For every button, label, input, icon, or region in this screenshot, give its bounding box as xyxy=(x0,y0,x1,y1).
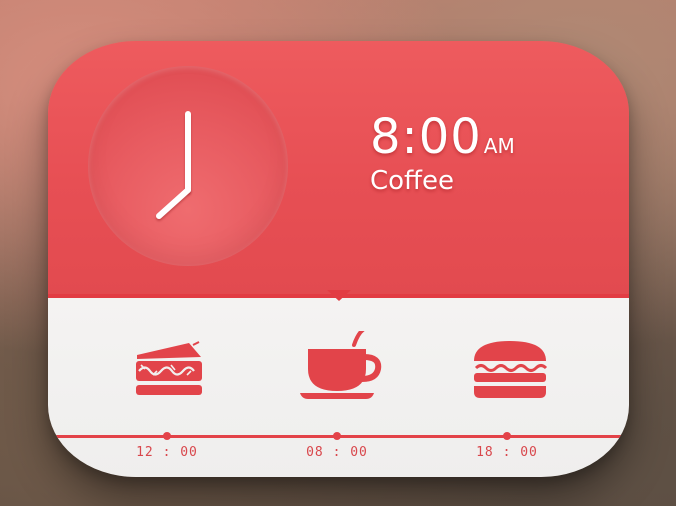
meal-item-breakfast[interactable] xyxy=(298,331,388,401)
sandwich-icon xyxy=(136,341,202,395)
coffee-cup-icon xyxy=(300,331,382,399)
active-pointer-icon xyxy=(327,290,351,301)
current-event-panel: 8:00 AM Coffee xyxy=(48,41,629,299)
time-label-dinner: 18 : 00 xyxy=(476,445,538,460)
analog-clock xyxy=(88,66,288,266)
meal-item-lunch[interactable] xyxy=(131,337,221,407)
event-info: 8:00 AM Coffee xyxy=(370,109,515,197)
event-ampm: AM xyxy=(483,134,515,158)
burger-icon xyxy=(474,341,548,398)
timeline-tick-dinner xyxy=(503,432,511,440)
event-name: Coffee xyxy=(370,166,454,196)
time-display: 8:00 AM xyxy=(370,109,515,165)
hour-hand xyxy=(156,187,191,219)
clock-hands-icon xyxy=(156,111,191,219)
timeline-tick-lunch xyxy=(163,432,171,440)
meal-item-dinner[interactable] xyxy=(471,337,561,407)
meal-reminder-widget: 8:00 AM Coffee 12: 00 08: 00 18: 00 xyxy=(48,41,629,477)
time-label-lunch: 12 : 00 xyxy=(136,445,198,460)
timeline-tick-breakfast xyxy=(333,432,341,440)
event-time: 8:00 xyxy=(370,109,482,165)
time-label-breakfast: 08 : 00 xyxy=(306,445,368,460)
